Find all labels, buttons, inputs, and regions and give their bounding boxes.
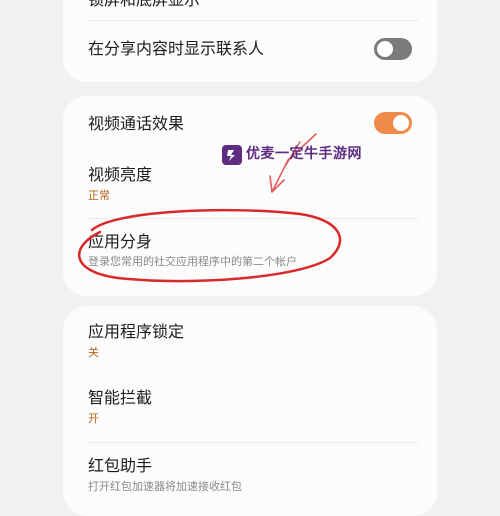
smart-intercept-row[interactable]: 智能拦截 开 bbox=[63, 372, 437, 438]
app-lock-row[interactable]: 应用程序锁定 关 bbox=[63, 306, 437, 372]
toggle-knob bbox=[377, 41, 393, 57]
app-lock-value: 关 bbox=[88, 346, 99, 359]
red-packet-row[interactable]: 红包助手 打开红包加速器将加速接收红包 bbox=[63, 442, 437, 516]
video-call-effects-label: 视频通话效果 bbox=[88, 114, 185, 133]
dual-apps-row[interactable]: 应用分身 登录您常用的社交应用程序中的第二个帐户 bbox=[63, 218, 437, 296]
settings-card-1: 锁屏和底屏显示 在分享内容时显示联系人 bbox=[63, 0, 437, 82]
watermark-logo-icon bbox=[222, 145, 242, 165]
settings-card-2: 视频通话效果 视频亮度 正常 应用分身 登录您常用的社交应用程序中的第二个帐户 bbox=[63, 96, 437, 296]
toggle-knob bbox=[393, 115, 409, 131]
settings-card-3: 应用程序锁定 关 智能拦截 开 红包助手 打开红包加速器将加速接收红包 bbox=[63, 306, 437, 516]
smart-intercept-value: 开 bbox=[88, 412, 99, 425]
watermark-text: 优麦一定牛手游网 bbox=[246, 146, 362, 162]
video-call-effects-toggle[interactable] bbox=[374, 112, 412, 134]
smart-intercept-label: 智能拦截 bbox=[88, 388, 153, 407]
share-contacts-row[interactable]: 在分享内容时显示联系人 bbox=[63, 20, 437, 82]
lockscreen-row[interactable]: 锁屏和底屏显示 bbox=[63, 0, 437, 16]
red-packet-description: 打开红包加速器将加速接收红包 bbox=[88, 480, 242, 493]
share-contacts-label: 在分享内容时显示联系人 bbox=[88, 39, 265, 58]
video-brightness-label: 视频亮度 bbox=[88, 165, 153, 184]
video-brightness-value: 正常 bbox=[88, 189, 110, 202]
dual-apps-label: 应用分身 bbox=[88, 232, 153, 251]
app-lock-label: 应用程序锁定 bbox=[88, 322, 185, 341]
dual-apps-description: 登录您常用的社交应用程序中的第二个帐户 bbox=[88, 255, 297, 268]
red-packet-label: 红包助手 bbox=[88, 456, 153, 475]
share-contacts-toggle[interactable] bbox=[374, 38, 412, 60]
lockscreen-label: 锁屏和底屏显示 bbox=[88, 0, 200, 10]
